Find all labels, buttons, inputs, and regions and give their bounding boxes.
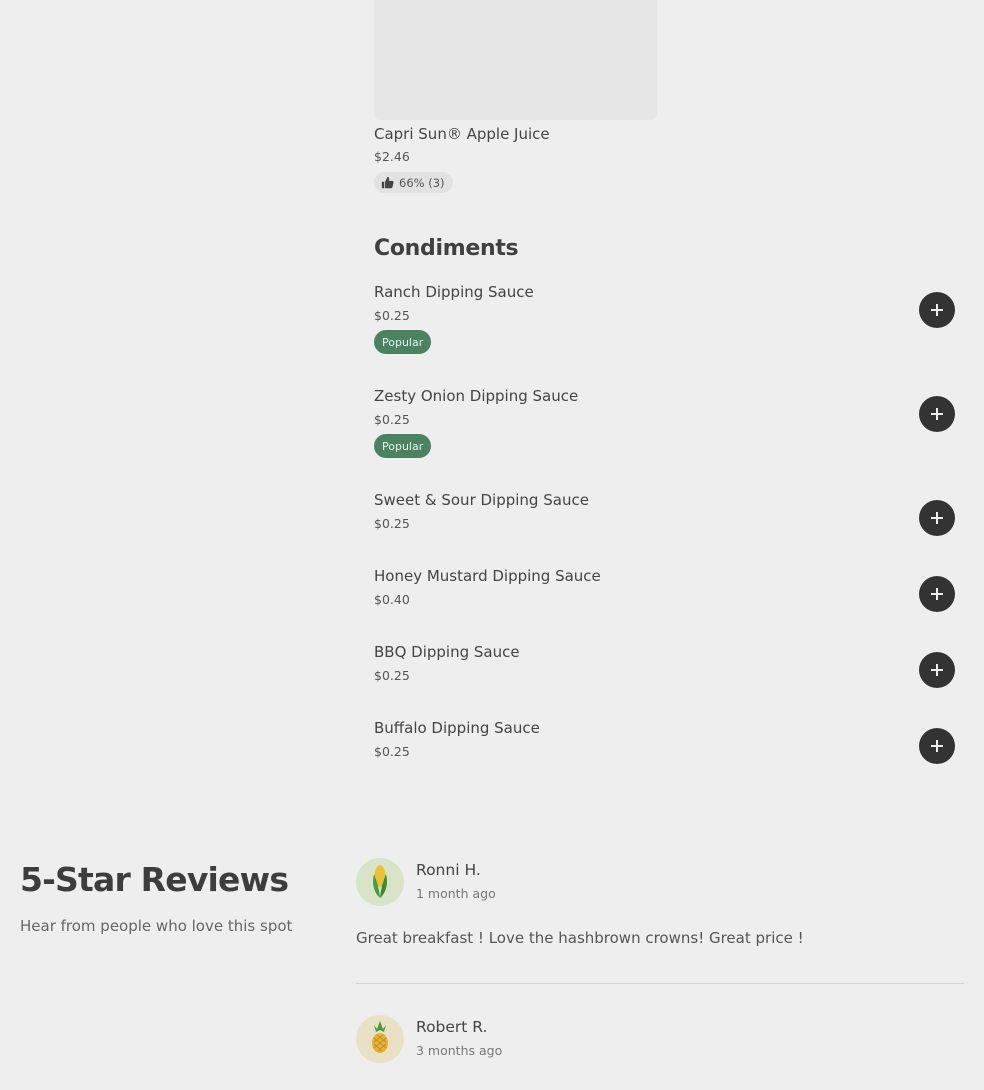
menu-item-name: BBQ Dipping Sauce: [374, 643, 520, 661]
product-image[interactable]: [374, 0, 657, 120]
menu-item[interactable]: Zesty Onion Dipping Sauce $0.25 Popular: [374, 387, 956, 463]
menu-item[interactable]: BBQ Dipping Sauce $0.25: [374, 643, 956, 693]
menu-item-name: Sweet & Sour Dipping Sauce: [374, 491, 589, 509]
add-button[interactable]: [919, 500, 955, 536]
product-name[interactable]: Capri Sun® Apple Juice: [374, 125, 550, 143]
avatar: [356, 1015, 404, 1063]
pineapple-icon: [368, 1019, 392, 1059]
menu-item[interactable]: Sweet & Sour Dipping Sauce $0.25: [374, 491, 956, 541]
add-button[interactable]: [919, 728, 955, 764]
review-text: Great breakfast ! Love the hashbrown cro…: [356, 929, 804, 947]
menu-item-price: $0.25: [374, 668, 410, 683]
menu-item-price: $0.25: [374, 412, 410, 427]
review-time: 3 months ago: [416, 1043, 503, 1058]
add-button[interactable]: [919, 292, 955, 328]
menu-item-price: $0.25: [374, 308, 410, 323]
menu-item-name: Honey Mustard Dipping Sauce: [374, 567, 601, 585]
menu-item-price: $0.40: [374, 592, 410, 607]
thumbs-up-icon: [381, 176, 394, 189]
add-button[interactable]: [919, 576, 955, 612]
plus-icon: [930, 303, 944, 317]
product-price: $2.46: [374, 149, 410, 164]
menu-item-name: Buffalo Dipping Sauce: [374, 719, 540, 737]
add-button[interactable]: [919, 652, 955, 688]
section-title-condiments: Condiments: [374, 236, 519, 261]
add-button[interactable]: [919, 396, 955, 432]
rating-pill: 66% (3): [374, 172, 453, 193]
reviews-title: 5-Star Reviews: [20, 860, 289, 899]
plus-icon: [930, 663, 944, 677]
menu-item-name: Ranch Dipping Sauce: [374, 283, 534, 301]
menu-item[interactable]: Buffalo Dipping Sauce $0.25: [374, 719, 956, 769]
plus-icon: [930, 511, 944, 525]
corn-icon: [369, 862, 391, 902]
menu-item[interactable]: Ranch Dipping Sauce $0.25 Popular: [374, 283, 956, 359]
popular-badge: Popular: [374, 330, 432, 354]
review-time: 1 month ago: [416, 886, 496, 901]
review-divider: [356, 983, 964, 984]
avatar: [356, 858, 404, 906]
popular-badge: Popular: [374, 434, 432, 458]
menu-item-name: Zesty Onion Dipping Sauce: [374, 387, 579, 405]
plus-icon: [930, 587, 944, 601]
plus-icon: [930, 407, 944, 421]
plus-icon: [930, 739, 944, 753]
menu-item-price: $0.25: [374, 516, 410, 531]
menu-item-price: $0.25: [374, 744, 410, 759]
reviewer-name: Ronni H.: [416, 861, 481, 879]
reviewer-name: Robert R.: [416, 1018, 488, 1036]
menu-item[interactable]: Honey Mustard Dipping Sauce $0.40: [374, 567, 956, 617]
reviews-subtitle: Hear from people who love this spot: [20, 917, 293, 935]
rating-text: 66% (3): [399, 175, 445, 190]
